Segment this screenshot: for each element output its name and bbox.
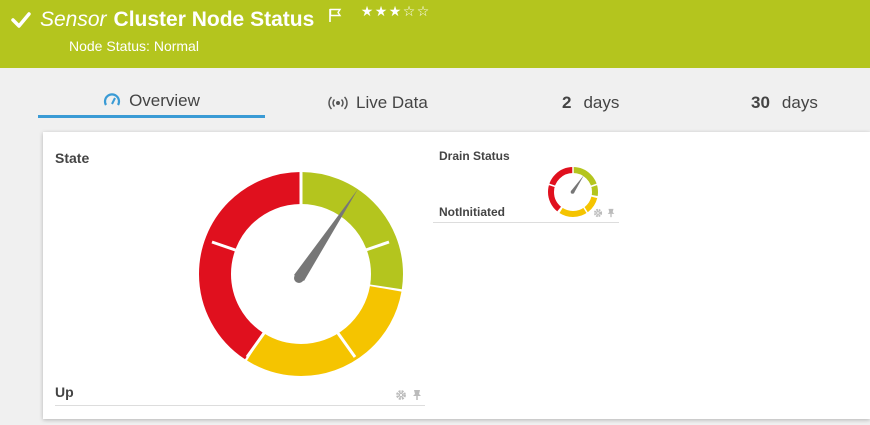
live-signal-icon xyxy=(328,96,348,110)
tab-live-data[interactable]: Live Data xyxy=(328,86,428,120)
channel-name: Drain Status xyxy=(439,149,510,163)
page-title: Sensor Cluster Node Status xyxy=(40,6,314,34)
tab-30-days[interactable]: 30 days xyxy=(751,86,818,120)
divider xyxy=(55,405,425,406)
star-icon[interactable]: ★ xyxy=(388,4,402,20)
tab-label: days xyxy=(781,93,818,112)
priority-stars[interactable]: ★ ★ ★ ☆ ☆ xyxy=(360,4,430,20)
channel-tools xyxy=(593,208,616,218)
star-empty-icon[interactable]: ☆ xyxy=(402,4,416,20)
gear-icon[interactable] xyxy=(593,208,603,218)
overview-panel: State Up Drain Status NotInitiated xyxy=(43,132,870,419)
tab-number: 30 xyxy=(751,93,770,112)
title-name: Cluster Node Status xyxy=(113,8,315,31)
state-gauge xyxy=(199,172,403,376)
tab-overview[interactable]: Overview xyxy=(38,86,265,118)
tab-label: Live Data xyxy=(356,93,428,112)
channel-value: Up xyxy=(55,384,74,400)
divider xyxy=(433,222,619,223)
channel-tools xyxy=(395,389,423,401)
gear-icon[interactable] xyxy=(395,389,407,401)
tab-label: days xyxy=(583,93,620,112)
tab-2-days[interactable]: 2 days xyxy=(562,86,619,120)
star-icon[interactable]: ★ xyxy=(360,4,374,20)
tab-bar: Overview Live Data 2 days 30 days xyxy=(38,86,870,120)
tab-number: 2 xyxy=(562,93,572,112)
status-text: Node Status: Normal xyxy=(69,38,199,54)
title-prefix: Sensor xyxy=(40,8,107,31)
star-empty-icon[interactable]: ☆ xyxy=(416,4,430,20)
flag-icon[interactable] xyxy=(327,7,343,23)
gauge-icon xyxy=(103,92,121,106)
check-icon xyxy=(11,12,31,28)
channel-name: State xyxy=(55,150,90,166)
tab-label: Overview xyxy=(129,90,200,110)
star-icon[interactable]: ★ xyxy=(374,4,388,20)
pin-icon[interactable] xyxy=(606,208,616,218)
sensor-header: Sensor Cluster Node Status ★ ★ ★ ☆ ☆ Nod… xyxy=(0,0,870,68)
pin-icon[interactable] xyxy=(411,389,423,401)
channel-value: NotInitiated xyxy=(439,205,505,219)
